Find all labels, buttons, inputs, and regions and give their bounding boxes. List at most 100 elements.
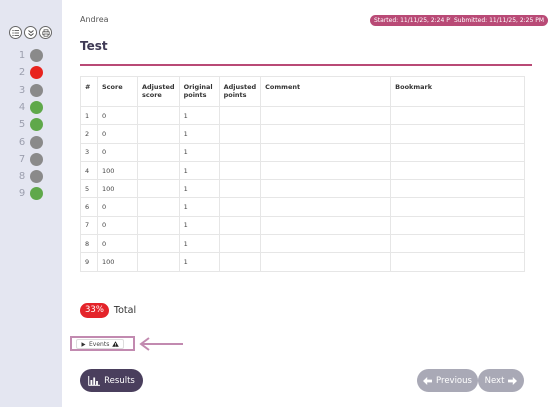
question-nav-item[interactable]: 4 — [0, 99, 62, 117]
question-number: 3 — [18, 84, 26, 96]
question-status-dot — [30, 100, 43, 114]
question-nav-item[interactable]: 5 — [0, 116, 62, 134]
cell-adjusted-points — [218, 215, 262, 236]
table-row: 70 1 — [80, 215, 525, 236]
cell-number: 2 — [80, 124, 98, 144]
cell-adjusted-points — [218, 252, 262, 272]
cell-bookmark — [390, 124, 525, 144]
cell-bookmark — [390, 160, 525, 181]
cell-bookmark — [390, 105, 525, 126]
bar-chart-icon — [88, 375, 101, 386]
question-number: 9 — [18, 188, 26, 200]
cell-bookmark — [390, 252, 525, 272]
results-button[interactable]: Results — [80, 369, 143, 392]
cell-score: 0 — [97, 142, 138, 162]
print-icon — [41, 28, 50, 37]
cell-adjusted-score — [137, 124, 180, 144]
cell-original-points: 1 — [178, 124, 220, 144]
table-row: 60 1 — [80, 197, 525, 217]
next-label: Next — [484, 375, 505, 386]
question-status-dot — [30, 187, 43, 201]
column-header-score: Score — [97, 76, 138, 107]
cell-comment — [260, 179, 392, 199]
print-button[interactable] — [39, 26, 52, 39]
question-number: 6 — [18, 136, 26, 148]
column-header-adjusted-points: Adjusted points — [218, 76, 262, 107]
cell-original-points: 1 — [178, 160, 220, 181]
arrow-right-icon — [508, 376, 518, 385]
table-row: 101 — [80, 105, 525, 126]
previous-label: Previous — [436, 375, 472, 386]
triangle-right-icon — [81, 341, 86, 347]
question-nav-item[interactable]: 2 — [0, 64, 62, 82]
title-divider — [80, 64, 532, 66]
cell-comment — [260, 124, 392, 144]
cell-original-points: 1 — [178, 179, 220, 199]
cell-score: 100 — [97, 252, 138, 272]
cell-number: 9 — [80, 252, 98, 272]
question-status-dot — [30, 49, 43, 62]
cell-adjusted-score — [137, 197, 180, 217]
cell-original-points: 1 — [178, 105, 220, 126]
table-row: 4 100 1 — [80, 160, 525, 181]
column-header-number: # — [80, 76, 98, 107]
events-toggle[interactable]: Events — [76, 339, 125, 349]
cell-score: 0 — [97, 124, 138, 144]
cell-adjusted-points — [218, 234, 262, 254]
cell-number: 7 — [80, 215, 98, 236]
column-header-adjusted-score: Adjusted score — [137, 76, 180, 107]
cell-adjusted-score — [137, 105, 180, 126]
table-row: 5 100 1 — [80, 179, 525, 199]
cell-score: 0 — [97, 197, 138, 217]
question-nav-item[interactable]: 9 — [0, 185, 62, 203]
cell-original-points: 1 — [178, 252, 220, 272]
total-percent-badge: 33% — [80, 303, 109, 318]
question-status-dot — [30, 66, 43, 80]
events-label: Events — [89, 340, 110, 348]
table-row: 80 1 — [80, 234, 525, 254]
previous-button[interactable]: Previous — [417, 369, 478, 392]
cell-adjusted-points — [218, 179, 262, 199]
cell-comment — [260, 197, 392, 217]
question-number: 5 — [18, 119, 26, 131]
question-status-dot — [30, 83, 43, 97]
table-row: 30 1 — [80, 142, 525, 162]
cell-adjusted-score — [137, 160, 180, 181]
question-number: 4 — [18, 101, 26, 113]
cell-adjusted-points — [218, 142, 262, 162]
question-nav-item[interactable]: 6 — [0, 134, 62, 152]
list-button[interactable] — [9, 26, 22, 39]
cell-comment — [260, 234, 392, 254]
question-status-dot — [30, 152, 43, 166]
table-header-row: # Score Adjusted score Original points A… — [80, 76, 525, 107]
cell-original-points: 1 — [178, 215, 220, 236]
question-number: 8 — [18, 171, 26, 183]
cell-number: 5 — [80, 179, 98, 199]
cell-original-points: 1 — [178, 234, 220, 254]
question-nav-item[interactable]: 8 — [0, 168, 62, 186]
question-nav-item[interactable]: 3 — [0, 82, 62, 100]
cell-number: 4 — [80, 160, 98, 181]
next-button[interactable]: Next — [478, 369, 524, 392]
cell-bookmark — [390, 179, 525, 199]
cell-comment — [260, 160, 392, 181]
cell-adjusted-score — [137, 234, 180, 254]
total-summary: 33% Total — [80, 303, 136, 318]
column-header-original-points: Original points — [178, 76, 220, 107]
cell-adjusted-score — [137, 142, 180, 162]
score-table: # Score Adjusted score Original points A… — [80, 76, 525, 272]
question-nav-item[interactable]: 7 — [0, 151, 62, 169]
cell-original-points: 1 — [178, 142, 220, 162]
cell-score: 100 — [97, 179, 138, 199]
cell-bookmark — [390, 234, 525, 254]
question-status-dot — [30, 135, 43, 149]
warning-icon — [112, 341, 120, 347]
question-nav-item[interactable]: 1 — [0, 47, 62, 65]
table-row: 20 1 — [80, 124, 525, 144]
collapse-button[interactable] — [24, 26, 37, 39]
cell-comment — [260, 142, 392, 162]
cell-adjusted-points — [218, 160, 262, 181]
cell-bookmark — [390, 215, 525, 236]
cell-adjusted-score — [137, 179, 180, 199]
question-sidebar: 1 2 3 4 5 6 7 8 9 — [0, 0, 62, 407]
